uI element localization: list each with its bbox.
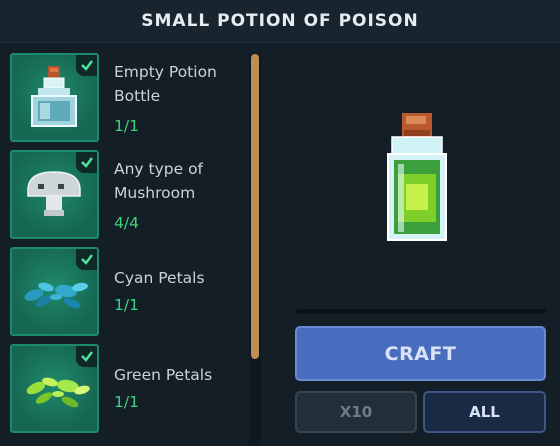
ingredient-count: 1/1 <box>114 393 139 411</box>
ingredient-slot[interactable] <box>10 150 99 239</box>
ingredient-name: Green Petals <box>114 366 213 384</box>
ingredient-name: Cyan Petals <box>114 269 205 287</box>
craft-button[interactable]: CRAFT <box>295 326 546 381</box>
title-bar: SMALL POTION OF POISON <box>0 0 560 43</box>
craft-progress-bar <box>296 309 546 314</box>
poison-potion-icon <box>387 113 447 241</box>
ingredient-name: Any type of Mushroom <box>114 160 204 202</box>
ingredient-row[interactable]: Any type of Mushroom 4/4 <box>8 140 248 239</box>
ingredient-count: 1/1 <box>114 296 139 314</box>
ingredient-count: 1/1 <box>114 117 139 135</box>
check-icon <box>76 346 97 367</box>
ingredient-name: Empty Potion Bottle <box>114 63 217 105</box>
ingredient-list[interactable]: Empty Potion Bottle 1/1 Any type of Mush… <box>0 43 262 446</box>
ingredient-slot[interactable] <box>10 344 99 433</box>
craft-all-button[interactable]: ALL <box>423 391 546 433</box>
check-icon <box>76 249 97 270</box>
check-icon <box>76 55 97 76</box>
ingredient-row[interactable]: Cyan Petals 1/1 <box>8 237 248 336</box>
check-icon <box>76 152 97 173</box>
recipe-title: SMALL POTION OF POISON <box>141 11 419 31</box>
ingredient-slot[interactable] <box>10 53 99 142</box>
ingredient-row[interactable]: Empty Potion Bottle 1/1 <box>8 43 248 142</box>
scrollbar-thumb[interactable] <box>251 54 259 359</box>
ingredient-count: 4/4 <box>114 214 139 232</box>
ingredient-slot[interactable] <box>10 247 99 336</box>
ingredient-row[interactable]: Green Petals 1/1 <box>8 334 248 433</box>
craft-x10-button[interactable]: X10 <box>295 391 417 433</box>
